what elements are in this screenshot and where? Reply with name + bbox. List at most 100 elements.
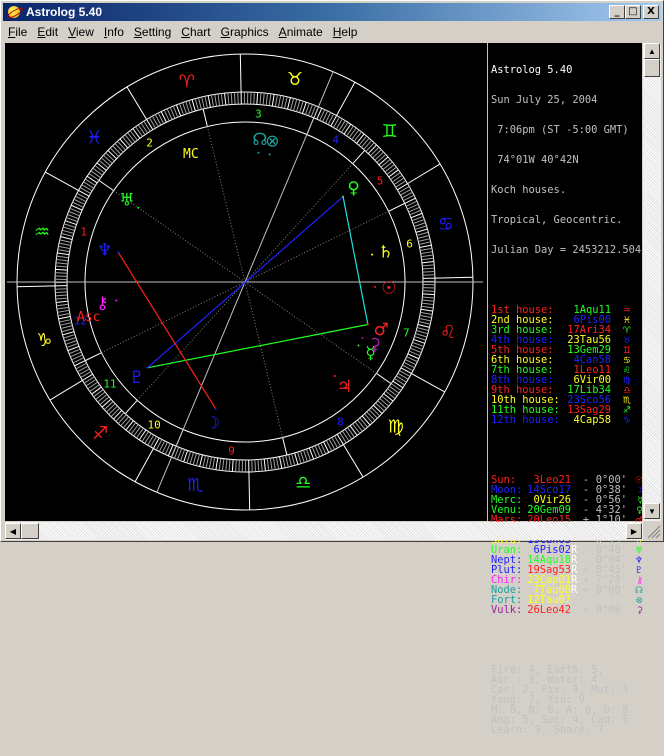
close-button[interactable]: X (643, 5, 659, 19)
resize-grip[interactable] (644, 522, 662, 540)
planet-glyph-icon: ☉ (381, 278, 396, 298)
degree-tick (55, 292, 67, 293)
degree-tick (98, 394, 107, 402)
degree-tick (347, 126, 354, 136)
menu-label: iew (76, 25, 94, 39)
aspect-line (343, 197, 368, 325)
house-number: 2 (146, 137, 153, 150)
planet-glyph-icon: ⚳ (369, 335, 381, 355)
menu-chart[interactable]: Chart (176, 25, 215, 39)
scroll-right-button[interactable]: ▶ (626, 523, 642, 539)
degree-tick (57, 307, 69, 309)
degree-tick (295, 453, 298, 465)
scroll-down-button[interactable]: ▼ (644, 503, 660, 519)
degree-tick (283, 456, 286, 468)
menu-help[interactable]: Help (328, 25, 363, 39)
menu-view[interactable]: View (63, 25, 99, 39)
degree-tick (270, 458, 272, 470)
menu-label: nfo (107, 25, 124, 39)
planet-marker (146, 367, 148, 369)
degree-tick (131, 424, 138, 434)
degree-tick (292, 454, 295, 466)
astrolog-app-icon[interactable] (6, 4, 22, 20)
menu-graphics[interactable]: Graphics (216, 25, 274, 39)
degree-tick (353, 424, 360, 434)
degree-tick (369, 410, 377, 419)
degree-tick (56, 304, 68, 305)
degree-tick (94, 390, 104, 397)
planet-row: Plut:19Sag53R+8°45'♇ (491, 565, 643, 575)
degree-tick (62, 329, 74, 332)
planet-name: Uran: (491, 545, 527, 555)
arrow-up-icon: ▲ (648, 47, 656, 56)
house-cusp-list: 1st house:1Aqu11♒2nd house:6Pis00♓3rd ho… (491, 305, 643, 425)
degree-tick (126, 421, 134, 430)
degree-tick (116, 413, 124, 422)
summary-line: Yang: 7, Yin: 9 (491, 695, 643, 705)
planet-latitude: 0°04' (593, 555, 627, 565)
planet-glyph-icon: ♅ (119, 191, 134, 211)
degree-tick (370, 147, 378, 156)
maximize-button[interactable]: □ (625, 5, 641, 19)
degree-tick (138, 125, 145, 135)
degree-tick (85, 179, 95, 186)
degree-tick (396, 376, 406, 382)
degree-tick (269, 94, 271, 106)
julian-day: Julian Day = 2453212.5043 (491, 245, 643, 255)
menu-label: elp (341, 25, 357, 39)
menu-animate[interactable]: Animate (274, 25, 328, 39)
menu-info[interactable]: Info (99, 25, 129, 39)
degree-tick (302, 102, 306, 113)
degree-tick (58, 246, 70, 248)
degree-tick (84, 377, 94, 383)
degree-tick (92, 387, 102, 394)
degree-tick (205, 96, 208, 108)
degree-tick (395, 378, 405, 385)
horizontal-scroll-thumb[interactable] (21, 523, 39, 539)
menu-setting[interactable]: Setting (129, 25, 176, 39)
degree-tick (340, 433, 346, 443)
degree-tick (115, 143, 123, 152)
degree-tick (421, 255, 433, 257)
vertical-scrollbar[interactable]: ▲ ▼ (643, 43, 661, 521)
degree-tick (57, 253, 69, 255)
degree-tick (104, 402, 113, 410)
menu-file[interactable]: File (3, 25, 32, 39)
zodiac-sign-icon: ♑ (36, 330, 52, 351)
degree-tick (419, 318, 431, 320)
degree-tick (228, 93, 229, 105)
house-number: 8 (337, 415, 344, 428)
degree-tick (294, 99, 297, 111)
degree-tick (377, 154, 386, 162)
degree-tick (281, 96, 283, 108)
degree-tick (120, 139, 128, 148)
planet-position-list: Sun:3Leo21-0°00'☉Moon:14Sco17-0°38'☽Merc… (491, 475, 643, 615)
degree-tick (145, 433, 151, 443)
degree-tick (371, 407, 380, 415)
degree-tick (208, 96, 210, 108)
degree-tick (113, 410, 121, 419)
sign-boundary (135, 448, 153, 481)
scroll-up-button[interactable]: ▲ (644, 43, 660, 59)
zodiac-sign-icon: ♋ (438, 214, 454, 235)
astrology-chart-wheel[interactable]: ♈♉♊♋♌♍♎♏♐♑♒♓123456789101112AscMC☉☽☿♀♂♃♄♅… (5, 43, 487, 521)
menu-edit[interactable]: Edit (32, 25, 63, 39)
horizontal-scrollbar[interactable]: ◀ ▶ (5, 522, 643, 540)
vertical-scroll-thumb[interactable] (644, 59, 660, 77)
degree-tick (117, 141, 125, 150)
degree-tick (416, 331, 428, 334)
degree-tick (189, 100, 193, 111)
degree-tick (278, 95, 280, 107)
menu-accel-key: C (181, 25, 190, 39)
degree-tick (61, 237, 73, 240)
chart-wheel-area[interactable]: ♈♉♊♋♌♍♎♏♐♑♒♓123456789101112AscMC☉☽☿♀♂♃♄♅… (5, 43, 487, 521)
degree-tick (368, 145, 376, 154)
degree-tick (106, 404, 115, 412)
degree-tick (226, 459, 227, 471)
chart-location: 74°01W 40°42N (491, 155, 643, 165)
zodiac-sign-icon: ♑ (611, 416, 631, 426)
planet-glyph-icon: ♀ (347, 178, 359, 198)
title-bar[interactable]: Astrolog 5.40 _ □ X (3, 3, 661, 21)
minimize-button[interactable]: _ (609, 5, 625, 19)
scroll-left-button[interactable]: ◀ (5, 523, 21, 539)
